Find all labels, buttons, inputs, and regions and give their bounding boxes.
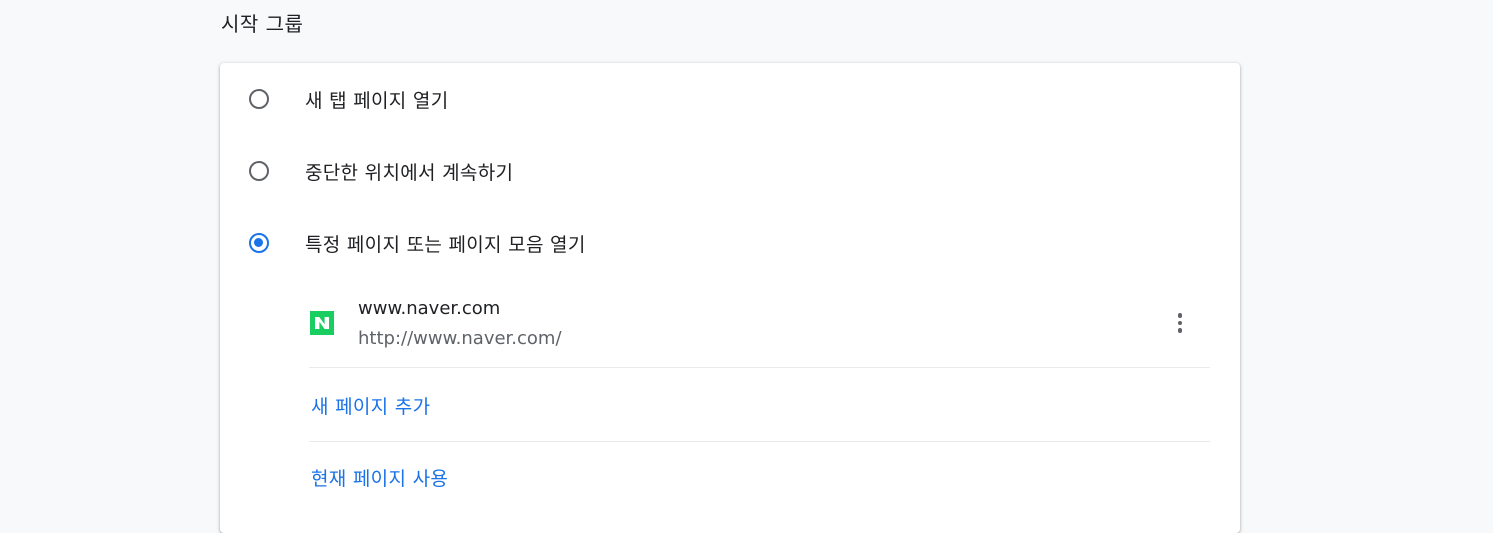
startup-page-title: www.naver.com [358, 298, 501, 319]
add-page-row: 새 페이지 추가 [309, 368, 1210, 442]
radio-label: 특정 페이지 또는 페이지 모음 열기 [305, 233, 586, 256]
naver-n-icon [310, 311, 334, 335]
radio-option-new-tab[interactable]: 새 탭 페이지 열기 [220, 79, 1240, 119]
radio-button[interactable] [249, 89, 269, 109]
radio-option-specific-pages[interactable]: 특정 페이지 또는 페이지 모음 열기 [220, 223, 1240, 263]
more-actions-icon[interactable] [1168, 309, 1192, 337]
radio-label: 새 탭 페이지 열기 [305, 89, 449, 112]
startup-page-item: www.naver.com http://www.naver.com/ [309, 293, 1210, 368]
radio-option-continue[interactable]: 중단한 위치에서 계속하기 [220, 151, 1240, 191]
use-current-pages-link[interactable]: 현재 페이지 사용 [311, 464, 448, 491]
add-new-page-link[interactable]: 새 페이지 추가 [311, 392, 430, 419]
radio-button-checked[interactable] [249, 233, 269, 253]
startup-page-url: http://www.naver.com/ [358, 328, 562, 349]
use-current-pages-row: 현재 페이지 사용 [309, 442, 1210, 515]
section-title: 시작 그룹 [221, 12, 304, 36]
startup-settings-card: 새 탭 페이지 열기 중단한 위치에서 계속하기 특정 페이지 또는 페이지 모… [220, 63, 1240, 533]
radio-button[interactable] [249, 161, 269, 181]
radio-label: 중단한 위치에서 계속하기 [305, 161, 514, 184]
